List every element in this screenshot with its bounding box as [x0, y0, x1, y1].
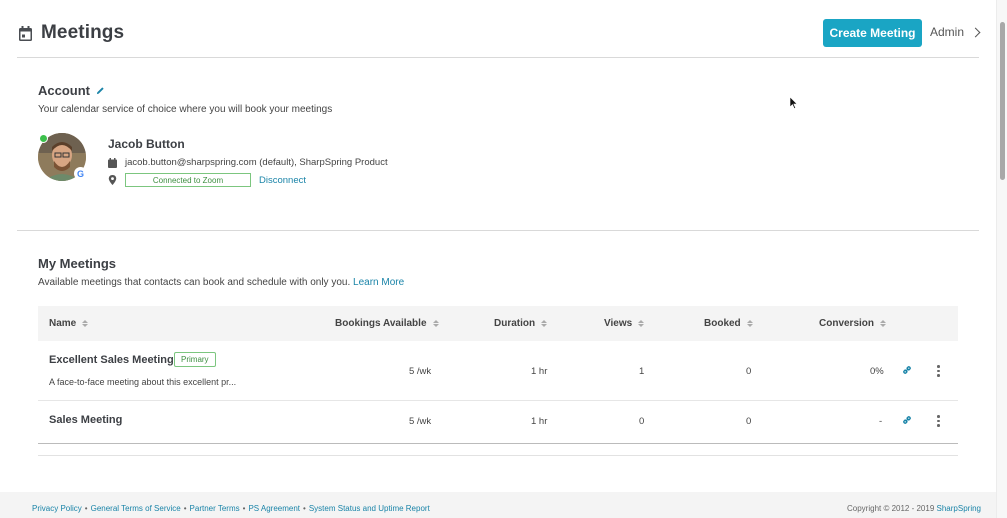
account-subtitle: Your calendar service of choice where yo…	[38, 104, 333, 115]
footer-separator: •	[183, 504, 187, 513]
profile-email: jacob.button@sharpspring.com (default), …	[125, 157, 388, 168]
ps-agreement-link[interactable]: PS Agreement	[248, 504, 300, 513]
profile-location-row: Connected to Zoom Disconnect	[108, 173, 306, 187]
sort-icon[interactable]	[432, 320, 439, 327]
sort-icon[interactable]	[746, 320, 753, 327]
terms-of-service-link[interactable]: General Terms of Service	[91, 504, 181, 513]
conversion: -	[879, 416, 883, 427]
bookings-available: 5 /wk	[409, 366, 432, 377]
page-title: Meetings	[41, 22, 125, 43]
primary-badge: Primary	[174, 352, 216, 367]
google-icon: G	[74, 167, 87, 180]
views: 1	[639, 366, 645, 377]
link-icon[interactable]	[902, 415, 912, 425]
brand-link[interactable]: SharpSpring	[937, 504, 981, 513]
page-title-wrap: Meetings	[19, 22, 124, 44]
booked: 0	[746, 416, 752, 427]
kebab-menu-icon[interactable]	[937, 365, 940, 377]
booked: 0	[746, 366, 752, 377]
column-label: Views	[604, 318, 633, 329]
meetings-table: Name Bookings Available Duration Views B…	[38, 306, 958, 444]
vertical-scrollbar[interactable]	[996, 0, 1007, 518]
my-meetings-subtitle-text: Available meetings that contacts can boo…	[38, 277, 351, 288]
column-label: Conversion	[819, 318, 875, 329]
section-divider	[17, 230, 979, 231]
kebab-menu-icon[interactable]	[937, 415, 940, 427]
account-title-row: Account	[38, 83, 938, 98]
copyright: Copyright © 2012 - 2019 SharpSpring	[847, 504, 981, 513]
column-label: Name	[49, 318, 77, 329]
column-header-bookings[interactable]: Bookings Available	[335, 318, 439, 329]
mouse-cursor-icon	[790, 97, 798, 109]
page-header: Meetings Create Meeting Admin	[17, 0, 981, 58]
partner-terms-link[interactable]: Partner Terms	[190, 504, 240, 513]
table-header: Name Bookings Available Duration Views B…	[38, 306, 958, 341]
footer-links: Privacy Policy • General Terms of Servic…	[32, 504, 430, 513]
my-meetings-title: My Meetings	[38, 256, 117, 271]
sort-icon[interactable]	[638, 320, 645, 327]
meeting-name[interactable]: Sales Meeting	[49, 414, 122, 426]
calendar-small-icon	[108, 157, 117, 168]
sort-icon[interactable]	[880, 320, 887, 327]
my-meetings-header: My Meetings Available meetings that cont…	[38, 256, 404, 288]
create-meeting-button[interactable]: Create Meeting	[823, 19, 922, 47]
column-label: Bookings Available	[335, 318, 427, 329]
zoom-status-badge: Connected to Zoom	[125, 173, 251, 187]
map-pin-icon	[108, 175, 117, 185]
profile-email-row: jacob.button@sharpspring.com (default), …	[108, 157, 388, 168]
column-label: Duration	[494, 318, 536, 329]
column-label: Booked	[704, 318, 741, 329]
sort-icon[interactable]	[541, 320, 548, 327]
section-divider	[38, 455, 958, 456]
table-row[interactable]: Sales Meeting 5 /wk 1 hr 0 0 -	[38, 401, 958, 444]
disconnect-link[interactable]: Disconnect	[259, 175, 306, 186]
column-header-name[interactable]: Name	[49, 318, 89, 329]
sort-icon[interactable]	[82, 320, 89, 327]
duration: 1 hr	[531, 416, 548, 427]
online-status-dot	[39, 134, 48, 143]
privacy-policy-link[interactable]: Privacy Policy	[32, 504, 82, 513]
pencil-icon[interactable]	[96, 86, 105, 95]
chevron-right-icon[interactable]	[970, 27, 981, 37]
footer-separator: •	[242, 504, 246, 513]
footer-separator: •	[303, 504, 306, 513]
meeting-name[interactable]: Excellent Sales Meeting	[49, 354, 174, 366]
system-status-link[interactable]: System Status and Uptime Report	[309, 504, 430, 513]
column-header-conversion[interactable]: Conversion	[819, 318, 887, 329]
account-section: Account Your calendar service of choice …	[38, 83, 938, 115]
calendar-icon	[19, 25, 32, 41]
scrollbar-thumb[interactable]	[1000, 22, 1005, 180]
admin-link[interactable]: Admin	[930, 25, 981, 39]
meeting-description: A face-to-face meeting about this excell…	[49, 377, 237, 387]
account-title: Account	[38, 83, 90, 98]
column-header-booked[interactable]: Booked	[704, 318, 753, 329]
duration: 1 hr	[531, 366, 548, 377]
footer-separator: •	[84, 504, 88, 513]
conversion: 0%	[870, 366, 884, 377]
column-header-duration[interactable]: Duration	[494, 318, 548, 329]
admin-label[interactable]: Admin	[930, 25, 964, 39]
page-footer: Privacy Policy • General Terms of Servic…	[0, 492, 1007, 518]
my-meetings-subtitle: Available meetings that contacts can boo…	[38, 277, 404, 288]
column-header-views[interactable]: Views	[604, 318, 645, 329]
bookings-available: 5 /wk	[409, 416, 432, 427]
profile-name: Jacob Button	[108, 137, 185, 151]
learn-more-link[interactable]: Learn More	[353, 277, 404, 288]
link-icon[interactable]	[902, 365, 912, 375]
account-profile: G Jacob Button jacob.button@sharpspring.…	[38, 133, 538, 188]
copyright-text: Copyright © 2012 - 2019	[847, 504, 935, 513]
table-row[interactable]: Excellent Sales Meeting Primary A face-t…	[38, 341, 958, 401]
views: 0	[639, 416, 645, 427]
